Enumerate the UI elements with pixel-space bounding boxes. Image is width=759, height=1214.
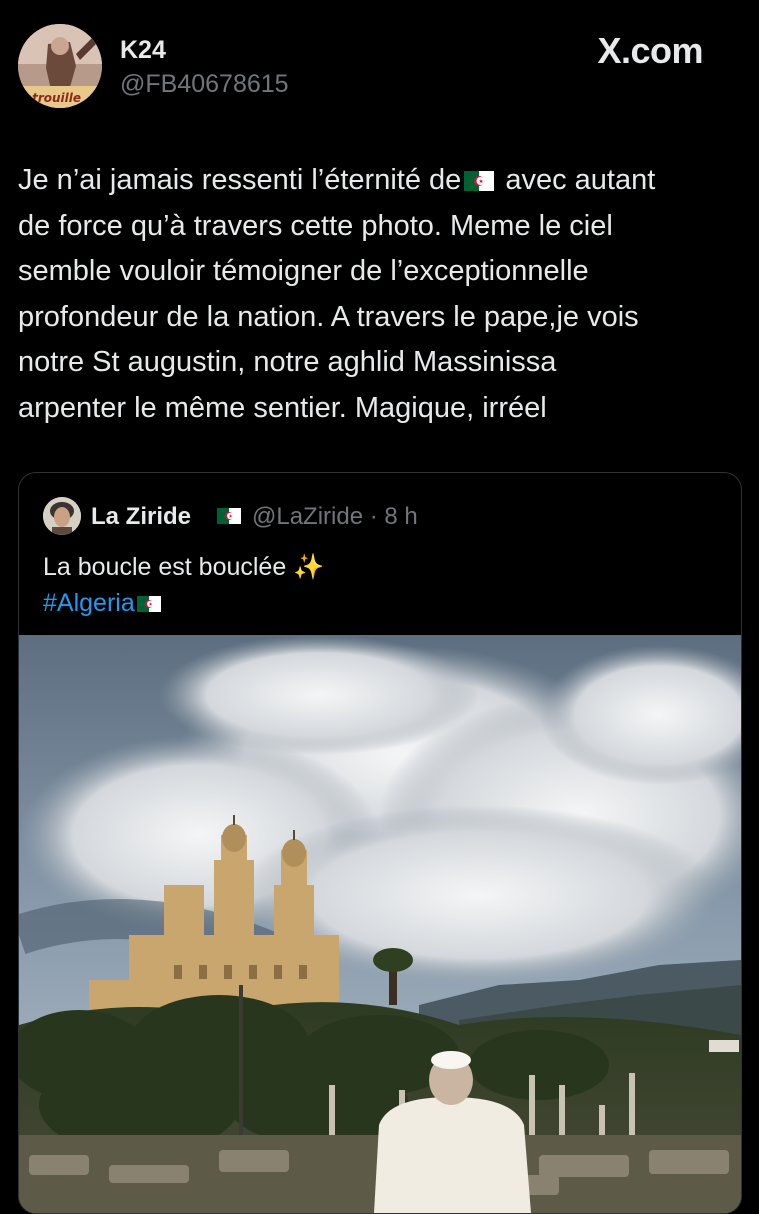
quoted-display-name[interactable]: La Ziride — [91, 503, 191, 531]
tweet-line: arpenter le même sentier. Magique, irrée… — [18, 391, 547, 424]
tweet-line: notre St augustin, notre aghlid Massinis… — [18, 346, 557, 378]
quoted-text: La boucle est bouclée — [43, 553, 287, 581]
tweet-header: atrouille K24 @FB40678615 X.com — [0, 0, 759, 130]
tweet-body: Je n’ai jamais ressenti l’éternité de av… — [18, 158, 743, 431]
quoted-tweet-text: La boucle est bouclée ✨ #Algeria — [43, 549, 324, 621]
algeria-flag-icon — [464, 171, 495, 191]
user-avatar[interactable]: atrouille — [18, 24, 102, 108]
display-name[interactable]: K24 — [120, 36, 166, 65]
tweet-line: de force qu’à travers cette photo. Meme … — [18, 209, 613, 242]
quoted-tweet[interactable]: La Ziride @LaZiride · 8 h La boucle est … — [18, 472, 742, 1214]
user-handle[interactable]: @FB40678615 — [120, 70, 289, 99]
quoted-text-line: La boucle est bouclée ✨ — [43, 549, 324, 585]
tweet-text-fragment: Je n’ai jamais ressenti l’éternité de — [18, 164, 462, 196]
tweet-line: Je n’ai jamais ressenti l’éternité de av… — [18, 158, 743, 204]
tweet-text-fragment: avec autant — [505, 164, 656, 196]
quoted-user-avatar[interactable] — [43, 497, 81, 535]
algeria-flag-icon — [217, 508, 241, 524]
tweet-line: profondeur de la nation. A travers le pa… — [18, 300, 639, 333]
quoted-handle-time[interactable]: @LaZiride · 8 h — [252, 503, 418, 531]
svg-text:atrouille: atrouille — [24, 91, 81, 105]
tweet-line: semble vouloir témoigner de l’exceptionn… — [18, 255, 589, 287]
quoted-hashtag-line: #Algeria — [43, 585, 324, 621]
sparkles-icon: ✨ — [293, 553, 325, 581]
x-com-logo: X.com — [597, 30, 703, 71]
hashtag-link[interactable]: #Algeria — [43, 589, 135, 617]
algeria-flag-icon — [136, 596, 161, 612]
quoted-tweet-photo[interactable] — [19, 635, 741, 1213]
